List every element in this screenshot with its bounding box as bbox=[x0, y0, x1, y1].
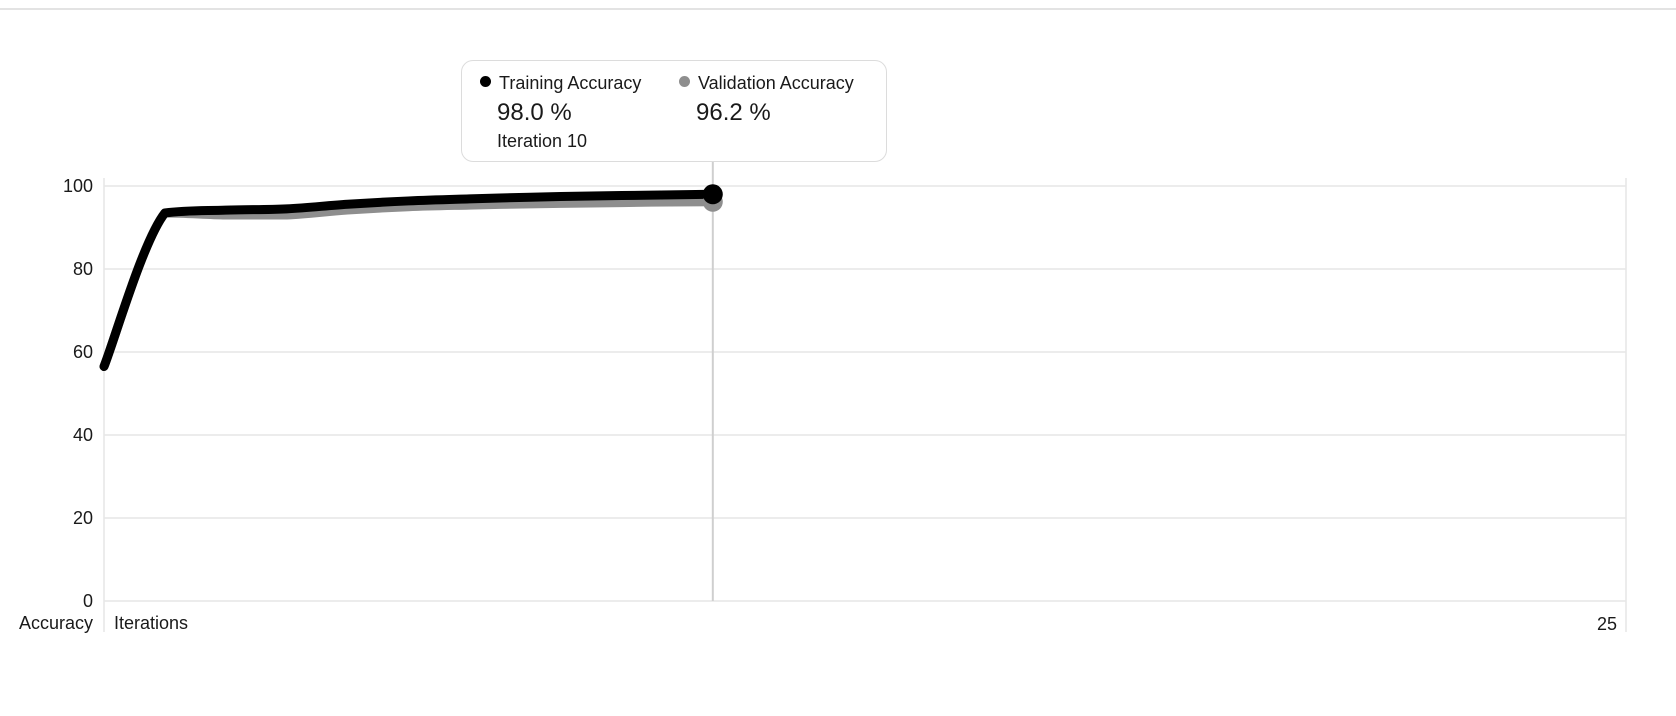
y-axis-title: Accuracy bbox=[19, 613, 93, 633]
y-tick-label: 100 bbox=[63, 176, 93, 196]
tooltip-validation-value: 96.2 % bbox=[696, 99, 771, 126]
x-tick-label-max: 25 bbox=[1597, 614, 1617, 634]
chart-panel: Accuracy Iterations 25 0 20 40 60 80 100 Trai… bbox=[0, 0, 1676, 716]
series-layer bbox=[99, 189, 718, 372]
tooltip-entry-training: Training Accuracy 98.0 % bbox=[480, 71, 641, 127]
tooltip-entry-validation: Validation Accuracy 96.2 % bbox=[679, 71, 854, 127]
axis-layer: Accuracy Iterations 25 0 20 40 60 80 100 bbox=[19, 176, 1617, 634]
training-accuracy-line[interactable] bbox=[99, 189, 718, 372]
training-accuracy-hover-point[interactable] bbox=[702, 184, 723, 205]
training-legend-dot-icon bbox=[480, 76, 491, 87]
y-tick-label: 40 bbox=[73, 425, 93, 445]
y-tick-label: 60 bbox=[73, 342, 93, 362]
tooltip-training-label: Training Accuracy bbox=[499, 72, 642, 93]
validation-accuracy-line[interactable] bbox=[99, 197, 718, 372]
validation-legend-dot-icon bbox=[679, 76, 690, 87]
y-tick-label: 0 bbox=[83, 591, 93, 611]
tooltip-iteration-label: Iteration 10 bbox=[497, 131, 588, 151]
y-tick-label: 80 bbox=[73, 259, 93, 279]
grid-layer bbox=[103, 162, 1627, 632]
chart-tooltip: Training Accuracy 98.0 % Validation Accu… bbox=[461, 60, 887, 162]
x-axis-title: Iterations bbox=[114, 613, 188, 633]
tooltip-validation-label: Validation Accuracy bbox=[698, 72, 854, 93]
hover-layer bbox=[702, 184, 723, 212]
y-tick-label: 20 bbox=[73, 508, 93, 528]
tooltip-training-value: 98.0 % bbox=[497, 99, 572, 126]
